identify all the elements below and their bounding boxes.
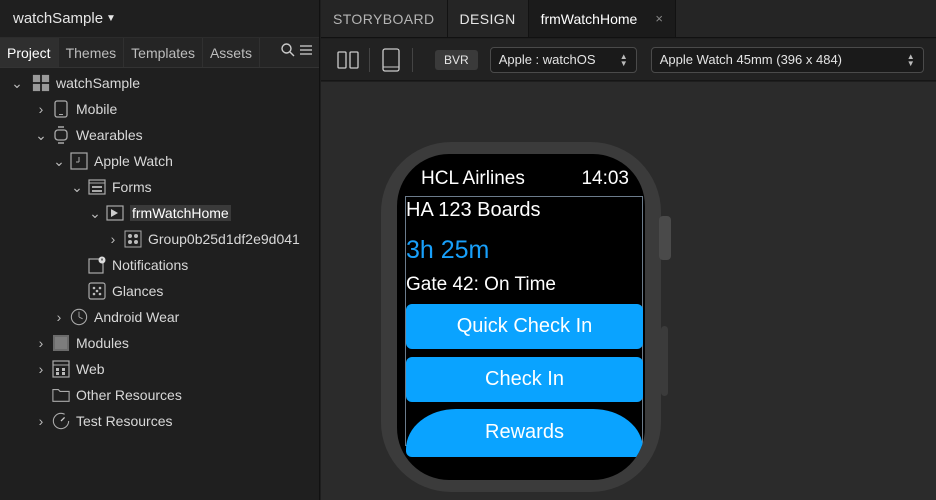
tree-item-forms[interactable]: ⌄ Forms bbox=[70, 174, 152, 200]
tree-label: Group0b25d1df2e9d041 bbox=[148, 231, 300, 247]
web-icon bbox=[52, 360, 70, 378]
modules-icon bbox=[52, 334, 70, 352]
digital-crown bbox=[659, 216, 671, 260]
tree-label: Other Resources bbox=[76, 387, 182, 403]
device-select[interactable]: Apple Watch 45mm (396 x 484) ▲ ▼ bbox=[650, 46, 924, 73]
tree-label: Android Wear bbox=[94, 309, 180, 325]
tree-label: Notifications bbox=[112, 257, 189, 273]
tree-label: watchSample bbox=[56, 75, 141, 91]
eta-label[interactable]: 3h 25m bbox=[406, 236, 489, 265]
tree-label: Mobile bbox=[76, 101, 118, 117]
chevron-right-icon[interactable]: › bbox=[34, 413, 48, 429]
search-icon[interactable] bbox=[280, 42, 296, 63]
chevron-up-down-icon: ▲ ▼ bbox=[619, 51, 628, 68]
phone-icon bbox=[52, 100, 70, 118]
close-icon[interactable]: × bbox=[655, 11, 663, 26]
rewards-button[interactable]: Rewards bbox=[406, 409, 643, 457]
side-button bbox=[661, 326, 668, 396]
tree-item-android-wear[interactable]: › Android Wear bbox=[52, 304, 179, 330]
editor-tab-bar: STORYBOARD DESIGN frmWatchHome × bbox=[321, 0, 936, 38]
apple-watch-icon bbox=[70, 152, 88, 170]
chevron-right-icon[interactable]: › bbox=[34, 101, 48, 117]
form-file-icon bbox=[106, 204, 124, 222]
tree-label: Wearables bbox=[76, 127, 143, 143]
tree-item-glances[interactable]: Glances bbox=[70, 278, 163, 304]
list-menu-icon[interactable] bbox=[299, 43, 313, 62]
notification-icon bbox=[88, 256, 106, 274]
chevron-right-icon[interactable]: › bbox=[52, 309, 66, 325]
chevron-down-icon[interactable]: ⌄ bbox=[70, 179, 84, 196]
chevron-down-icon[interactable]: ⌄ bbox=[10, 75, 24, 92]
tree-label: Glances bbox=[112, 283, 164, 299]
tab-assets[interactable]: Assets bbox=[203, 38, 260, 67]
tree-item-web[interactable]: › Web bbox=[34, 356, 105, 382]
design-canvas[interactable]: HCL Airlines 14:03 HA 123 Boards 3h 25m … bbox=[321, 82, 936, 500]
tree-label: Forms bbox=[112, 179, 152, 195]
tree-item-group[interactable]: › Group0b25d1df2e9d041 bbox=[106, 226, 300, 252]
tree-item-wearables[interactable]: ⌄ Wearables bbox=[34, 122, 143, 148]
tab-templates[interactable]: Templates bbox=[124, 38, 203, 67]
project-name: watchSample bbox=[13, 10, 104, 27]
toolbar-divider bbox=[369, 47, 370, 72]
chevron-right-icon[interactable]: › bbox=[106, 231, 120, 247]
boarding-label[interactable]: HA 123 Boards bbox=[406, 199, 541, 222]
tree-label: Web bbox=[76, 361, 105, 377]
tab-frm-watch-home[interactable]: frmWatchHome × bbox=[528, 0, 676, 37]
tree-item-form-watch-home[interactable]: ⌄ frmWatchHome bbox=[88, 200, 231, 226]
tab-design[interactable]: DESIGN bbox=[448, 0, 529, 37]
tab-project[interactable]: Project bbox=[0, 38, 59, 67]
project-switcher[interactable]: watchSample ▼ bbox=[0, 0, 319, 38]
chevron-down-icon[interactable]: ⌄ bbox=[88, 205, 102, 222]
device-preview-icon[interactable] bbox=[378, 47, 404, 73]
chevron-right-icon[interactable]: › bbox=[34, 335, 48, 351]
tab-storyboard[interactable]: STORYBOARD bbox=[321, 0, 448, 37]
glances-icon bbox=[88, 282, 106, 300]
platform-select[interactable]: Apple : watchOS ▲ ▼ bbox=[489, 46, 637, 73]
chevron-up-down-icon: ▲ ▼ bbox=[906, 51, 915, 68]
tree-item-modules[interactable]: › Modules bbox=[34, 330, 129, 356]
gauge-icon bbox=[52, 412, 70, 430]
platform-value: Apple : watchOS bbox=[498, 52, 596, 67]
tree-item-apple-watch[interactable]: ⌄ Apple Watch bbox=[52, 148, 173, 174]
gate-status-label[interactable]: Gate 42: On Time bbox=[406, 274, 556, 296]
check-in-button[interactable]: Check In bbox=[406, 357, 643, 402]
watch-icon bbox=[52, 126, 70, 144]
tab-themes[interactable]: Themes bbox=[59, 38, 125, 67]
forms-icon bbox=[88, 178, 106, 196]
tree-label: Modules bbox=[76, 335, 129, 351]
chevron-down-icon[interactable]: ⌄ bbox=[34, 127, 48, 144]
chevron-right-icon[interactable]: › bbox=[34, 361, 48, 377]
app-window: watchSample ▼ Project Themes Templates A… bbox=[0, 0, 936, 500]
toolbar-divider bbox=[412, 47, 413, 72]
tree-label: Test Resources bbox=[76, 413, 173, 429]
watch-screen: HCL Airlines 14:03 HA 123 Boards 3h 25m … bbox=[397, 154, 645, 480]
group-icon bbox=[124, 230, 142, 248]
watch-time: 14:03 bbox=[581, 168, 629, 189]
app-grid-icon bbox=[32, 74, 50, 92]
folder-icon bbox=[52, 386, 70, 404]
device-value: Apple Watch 45mm (396 x 484) bbox=[659, 52, 843, 67]
watch-app-title: HCL Airlines bbox=[421, 168, 525, 189]
project-panel: watchSample ▼ Project Themes Templates A… bbox=[0, 0, 320, 500]
split-view-icon[interactable] bbox=[335, 47, 361, 73]
tree-item-notifications[interactable]: Notifications bbox=[70, 252, 188, 278]
tree-item-other-resources[interactable]: Other Resources bbox=[34, 382, 182, 408]
chevron-down-icon: ▼ bbox=[106, 13, 116, 24]
design-toolbar: BVR Apple : watchOS ▲ ▼ Apple Watch 45mm … bbox=[321, 39, 936, 81]
tree-item-root[interactable]: ⌄ watchSample bbox=[10, 70, 140, 96]
left-tab-bar: Project Themes Templates Assets bbox=[0, 38, 319, 68]
clock-icon bbox=[70, 308, 88, 326]
bvr-button[interactable]: BVR bbox=[435, 49, 478, 70]
quick-check-in-button[interactable]: Quick Check In bbox=[406, 304, 643, 349]
tree-item-test-resources[interactable]: › Test Resources bbox=[34, 408, 172, 434]
tree-label: frmWatchHome bbox=[130, 205, 231, 221]
chevron-down-icon[interactable]: ⌄ bbox=[52, 153, 66, 170]
tree-item-mobile[interactable]: › Mobile bbox=[34, 96, 117, 122]
tree-label: Apple Watch bbox=[94, 153, 173, 169]
tab-label: frmWatchHome bbox=[540, 10, 638, 27]
